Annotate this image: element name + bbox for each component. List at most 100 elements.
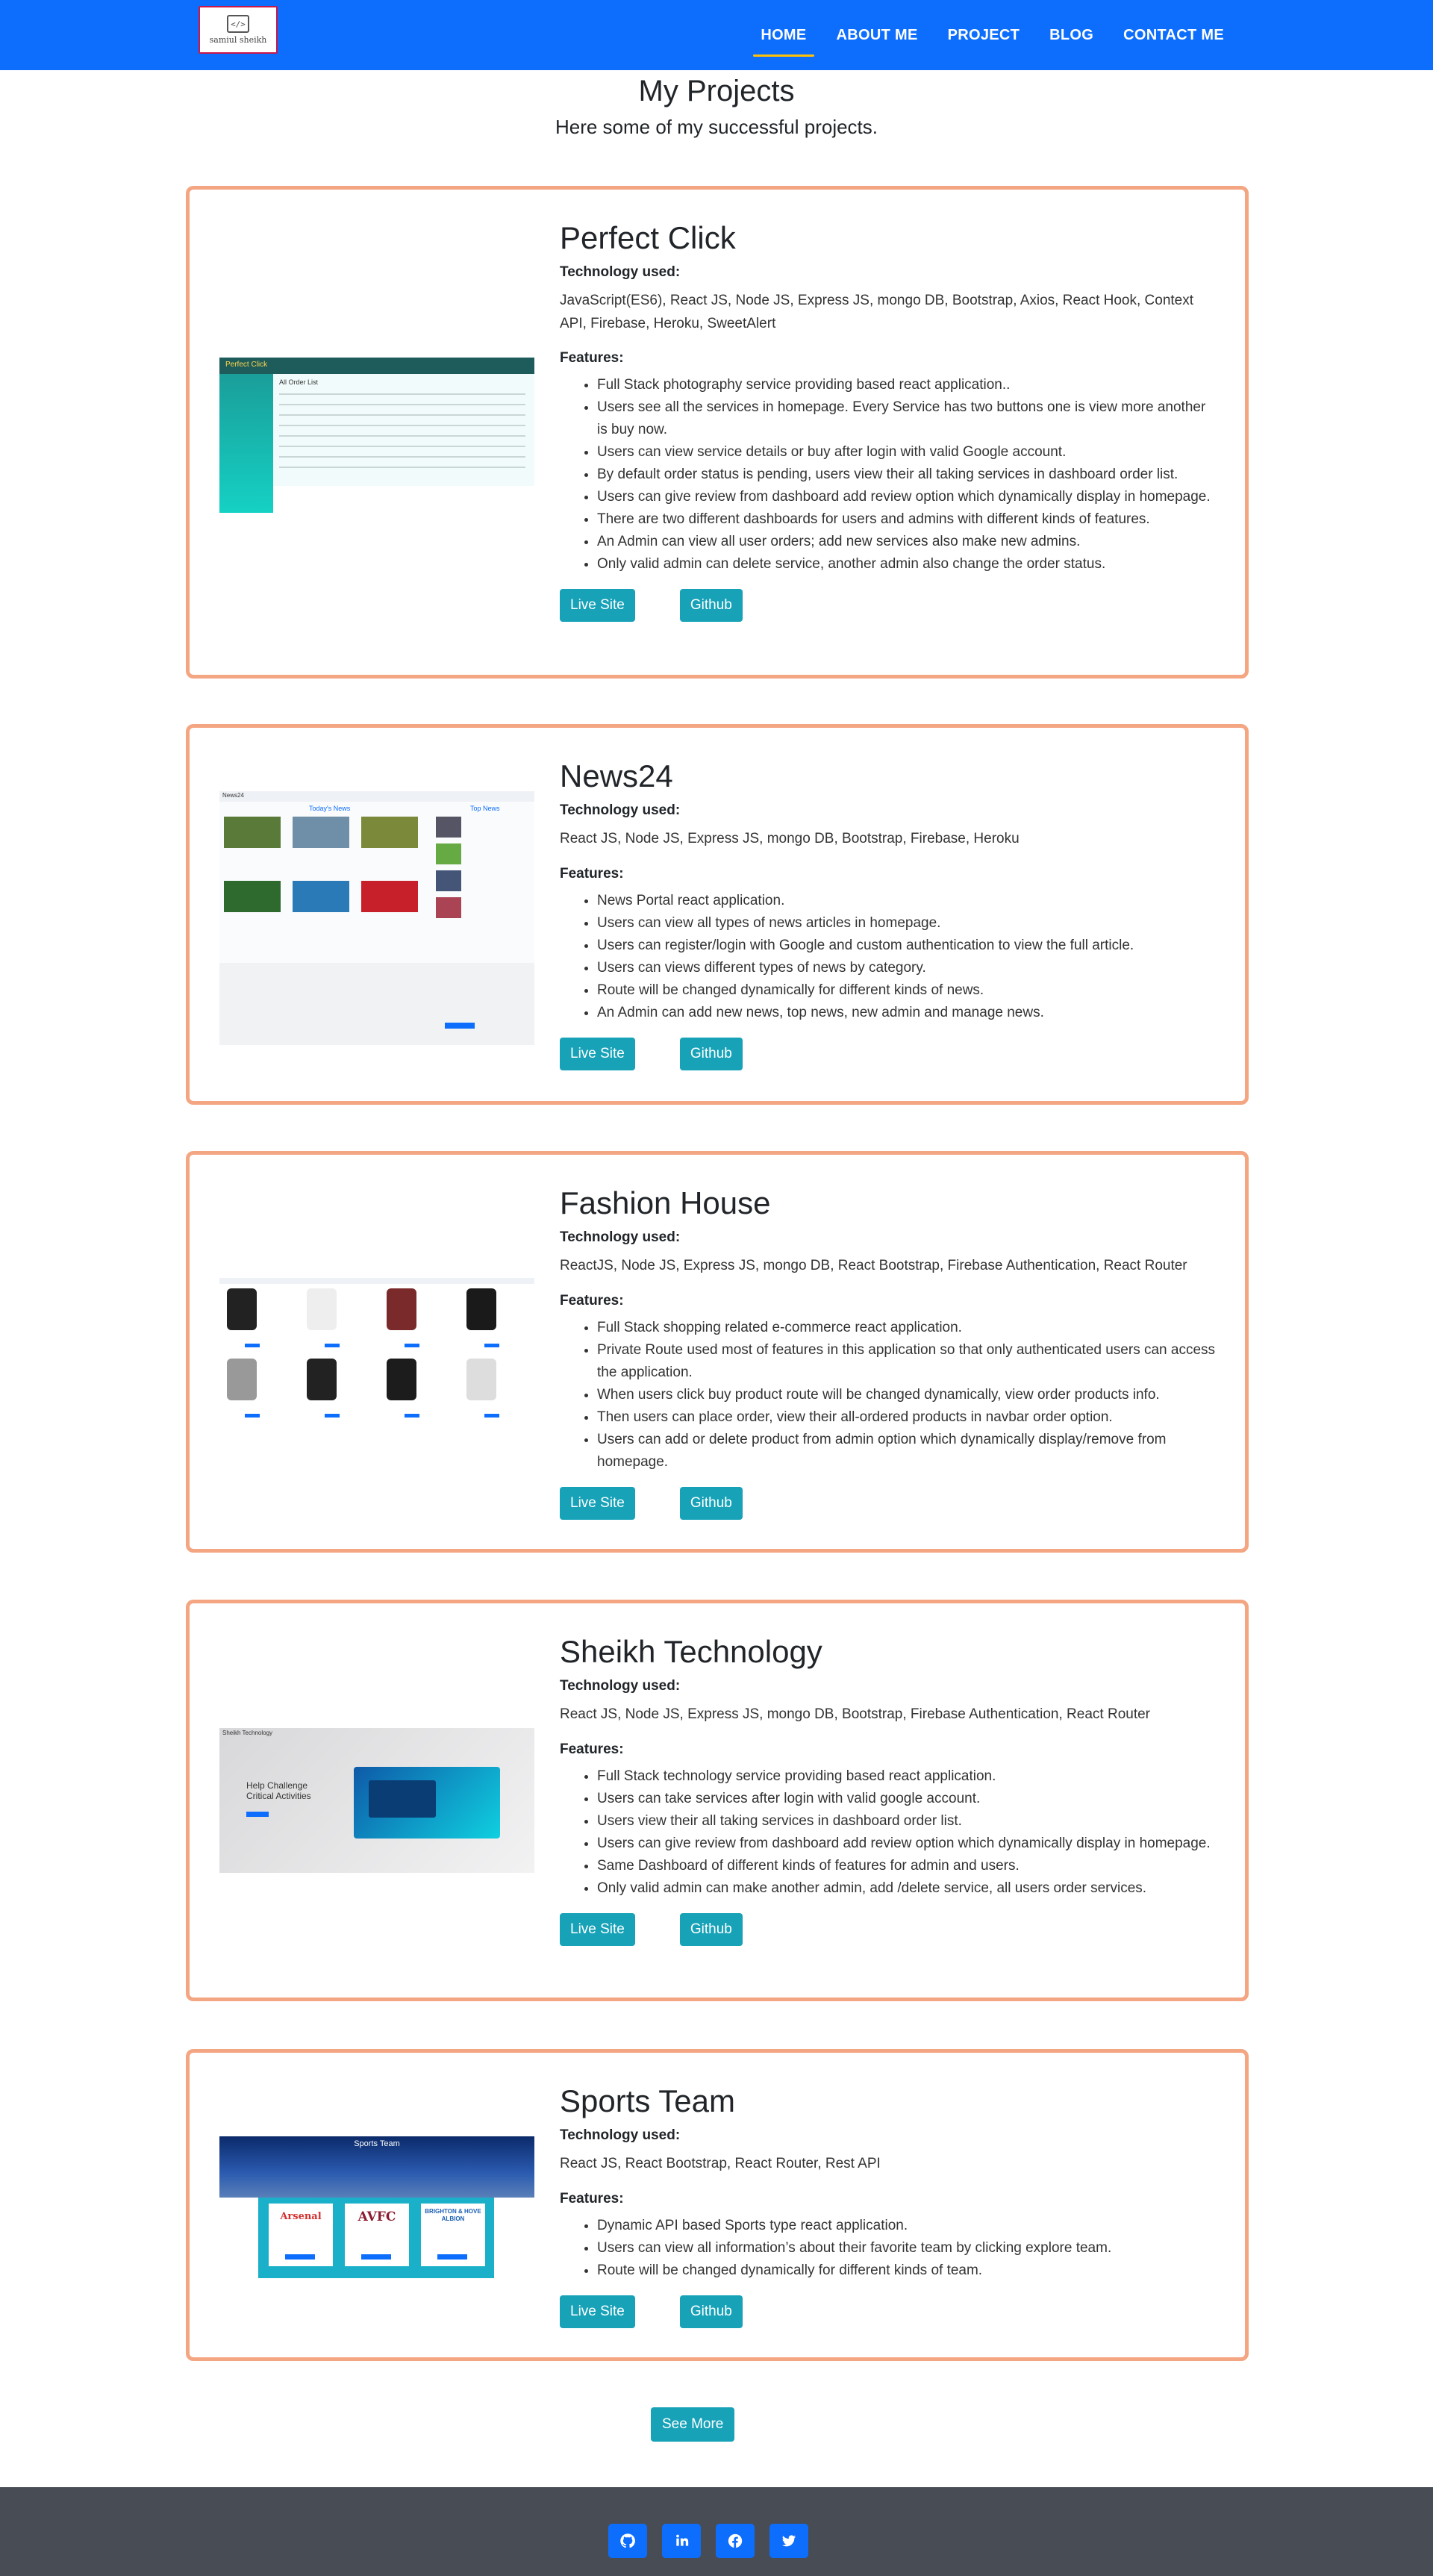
live-site-button[interactable]: Live Site (560, 1486, 635, 1520)
feature-item: Users can view all information’s about t… (597, 2237, 1217, 2260)
project-card-fashion-house: Fashion House Technology used: ReactJS, … (186, 1151, 1249, 1553)
feature-item: Users can give review from dashboard add… (597, 1833, 1217, 1855)
github-button[interactable]: Github (679, 1037, 743, 1070)
features-label: Features: (560, 1741, 624, 1757)
feature-item: Users can take services after login with… (597, 1788, 1217, 1810)
tech-label: Technology used: (560, 1678, 681, 1694)
feature-item: Private Route used most of features in t… (597, 1339, 1217, 1384)
nav-contact[interactable]: CONTACT ME (1123, 0, 1224, 70)
feature-item: Users can view service details or buy af… (597, 441, 1217, 464)
github-button[interactable]: Github (679, 2295, 743, 2328)
project-info: News24 Technology used: React JS, Node J… (560, 758, 1217, 1070)
live-site-button[interactable]: Live Site (560, 1912, 635, 1946)
features-list: News Portal react application. Users can… (560, 890, 1217, 1024)
project-info: Fashion House Technology used: ReactJS, … (560, 1185, 1217, 1520)
live-site-button[interactable]: Live Site (560, 1037, 635, 1070)
feature-item: Users see all the services in homepage. … (597, 396, 1217, 441)
project-screenshot: Perfect Click All Order List (219, 358, 534, 513)
project-title: Perfect Click (560, 220, 736, 255)
feature-item: An Admin can add new news, top news, new… (597, 1002, 1217, 1024)
feature-item: Route will be changed dynamically for di… (597, 979, 1217, 1002)
screenshot-team-1: Arsenal (280, 2211, 322, 2222)
tech-list: JavaScript(ES6), React JS, Node JS, Expr… (560, 293, 1194, 331)
project-title: Sheikh Technology (560, 1634, 822, 1669)
feature-item: Full Stack photography service providing… (597, 374, 1217, 396)
screenshot-brand: News24 (222, 792, 244, 799)
project-title: Fashion House (560, 1185, 771, 1220)
feature-item: Users can register/login with Google and… (597, 935, 1217, 957)
feature-item: By default order status is pending, user… (597, 464, 1217, 486)
features-list: Full Stack shopping related e-commerce r… (560, 1317, 1217, 1473)
feature-item: Full Stack technology service providing … (597, 1765, 1217, 1788)
features-label: Features: (560, 2190, 624, 2207)
tech-label: Technology used: (560, 2127, 681, 2144)
tech-label: Technology used: (560, 264, 681, 281)
project-title: News24 (560, 758, 673, 793)
project-screenshot: News24 Today's News Top News (219, 791, 534, 1045)
tech-list: React JS, Node JS, Express JS, mongo DB,… (560, 1706, 1150, 1723)
project-screenshot: Sheikh Technology Help Challenge Critica… (219, 1728, 534, 1873)
facebook-icon[interactable] (716, 2524, 755, 2558)
project-card-news24: News24 Today's News Top News News24 Tech… (186, 724, 1249, 1105)
feature-item: There are two different dashboards for u… (597, 508, 1217, 531)
navbar: </> samiul sheikh HOME ABOUT ME PROJECT … (0, 0, 1433, 70)
features-list: Full Stack photography service providing… (560, 374, 1217, 576)
feature-item: Same Dashboard of different kinds of fea… (597, 1855, 1217, 1877)
tech-list: ReactJS, Node JS, Express JS, mongo DB, … (560, 1258, 1187, 1274)
feature-item: Route will be changed dynamically for di… (597, 2260, 1217, 2282)
feature-item: Users can give review from dashboard add… (597, 486, 1217, 508)
feature-item: Users can views different types of news … (597, 957, 1217, 979)
feature-item: Users view their all taking services in … (597, 1810, 1217, 1833)
logo[interactable]: </> samiul sheikh (199, 6, 278, 54)
github-icon[interactable] (608, 2524, 647, 2558)
tech-label: Technology used: (560, 802, 681, 819)
footer (0, 2487, 1433, 2576)
nav-blog[interactable]: BLOG (1049, 0, 1093, 70)
page-subtitle: Here some of my successful projects. (555, 116, 878, 138)
project-screenshot (219, 1278, 534, 1444)
features-list: Dynamic API based Sports type react appl… (560, 2215, 1217, 2282)
project-title: Sports Team (560, 2083, 735, 2118)
feature-item: Full Stack shopping related e-commerce r… (597, 1317, 1217, 1339)
features-label: Features: (560, 865, 624, 882)
code-logo-icon: </> (227, 15, 249, 33)
feature-item: News Portal react application. (597, 890, 1217, 912)
screenshot-title: Sports Team (354, 2139, 400, 2148)
nav-links: HOME ABOUT ME PROJECT BLOG CONTACT ME (731, 0, 1224, 70)
screenshot-brand: Perfect Click (225, 361, 268, 369)
see-more-button[interactable]: See More (651, 2407, 735, 2442)
twitter-icon[interactable] (769, 2524, 808, 2558)
tech-label: Technology used: (560, 1229, 681, 1246)
features-label: Features: (560, 1292, 624, 1309)
nav-project[interactable]: PROJECT (948, 0, 1020, 70)
feature-item: Only valid admin can make another admin,… (597, 1877, 1217, 1900)
features-label: Features: (560, 350, 624, 367)
github-button[interactable]: Github (679, 1486, 743, 1520)
github-button[interactable]: Github (679, 1912, 743, 1946)
screenshot-heading: All Order List (279, 378, 319, 386)
project-card-perfect-click: Perfect Click All Order List Perfect Cli… (186, 186, 1249, 679)
feature-item: Users can view all types of news article… (597, 912, 1217, 935)
features-list: Full Stack technology service providing … (560, 1765, 1217, 1900)
screenshot-headline: Help Challenge Critical Activities (246, 1780, 311, 1801)
project-card-sheikh-technology: Sheikh Technology Help Challenge Critica… (186, 1600, 1249, 2001)
feature-item: An Admin can view all user orders; add n… (597, 531, 1217, 553)
project-screenshot: Sports Team Arsenal AVFC BRIGHTON & HOVE… (219, 2136, 534, 2278)
nav-home[interactable]: HOME (753, 0, 814, 70)
project-info: Sheikh Technology Technology used: React… (560, 1633, 1217, 1946)
live-site-button[interactable]: Live Site (560, 589, 635, 623)
github-button[interactable]: Github (679, 589, 743, 623)
project-card-sports-team: Sports Team Arsenal AVFC BRIGHTON & HOVE… (186, 2049, 1249, 2361)
tech-list: React JS, Node JS, Express JS, mongo DB,… (560, 831, 1020, 847)
linkedin-icon[interactable] (662, 2524, 701, 2558)
feature-item: Dynamic API based Sports type react appl… (597, 2215, 1217, 2237)
feature-item: Only valid admin can delete service, ano… (597, 553, 1217, 576)
logo-text: samiul sheikh (209, 35, 267, 45)
feature-item: When users click buy product route will … (597, 1384, 1217, 1406)
feature-item: Users can add or delete product from adm… (597, 1429, 1217, 1473)
nav-about[interactable]: ABOUT ME (837, 0, 918, 70)
screenshot-side-heading: Top News (470, 805, 500, 812)
live-site-button[interactable]: Live Site (560, 2295, 635, 2328)
screenshot-team-3: BRIGHTON & HOVE ALBION (425, 2208, 481, 2222)
tech-list: React JS, React Bootstrap, React Router,… (560, 2156, 881, 2172)
